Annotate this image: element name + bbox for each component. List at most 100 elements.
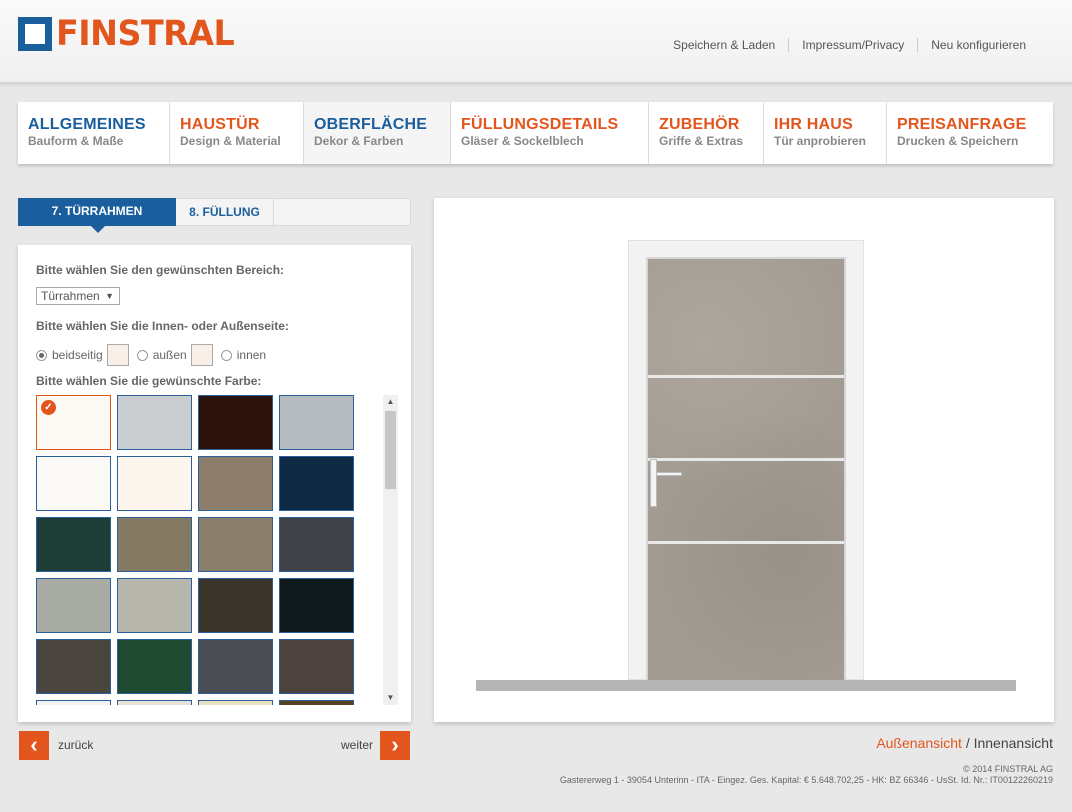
save-load-link[interactable]: Speichern & Laden [660, 38, 788, 52]
nav-title: FÜLLUNGSDETAILS [461, 116, 619, 133]
scrollbar-thumb[interactable] [385, 411, 396, 489]
view-switch: Außenansicht / Innenansicht [876, 735, 1053, 751]
imprint-link[interactable]: Impressum/Privacy [788, 38, 917, 52]
radio-aussen-label: außen [152, 348, 187, 362]
color-swatch[interactable] [36, 639, 111, 694]
top-links: Speichern & Laden Impressum/Privacy Neu … [660, 38, 1039, 52]
color-label: Bitte wählen Sie die gewünschte Farbe: [36, 374, 262, 388]
area-select-value: Türrahmen [41, 289, 100, 303]
tab-fuellung[interactable]: 8. FÜLLUNG [176, 199, 274, 227]
nav-item-ihr-haus[interactable]: IHR HAUS Tür anprobieren [764, 102, 887, 164]
back-label[interactable]: zurück [58, 738, 93, 752]
reconfigure-link[interactable]: Neu konfigurieren [917, 38, 1039, 52]
color-swatch[interactable] [279, 700, 354, 705]
side-color-preview [190, 344, 213, 366]
color-swatch[interactable] [36, 456, 111, 511]
copyright: © 2014 FINSTRAL AG [963, 764, 1053, 774]
interior-view-link[interactable]: Innenansicht [974, 735, 1053, 751]
door-handle-plate [650, 459, 657, 507]
nav-item-allgemeines[interactable]: ALLGEMEINES Bauform & Maße [18, 102, 170, 164]
nav-title: HAUSTÜR [180, 116, 260, 133]
color-swatch[interactable] [36, 578, 111, 633]
color-swatch[interactable] [279, 639, 354, 694]
company-address: Gastererweg 1 - 39054 Unterinn - ITA - E… [559, 775, 1053, 785]
scroll-up-icon[interactable]: ▲ [383, 395, 398, 409]
ground-line [476, 680, 1016, 691]
nav-subtitle: Drucken & Speichern [897, 134, 1019, 148]
nav-title: IHR HAUS [774, 116, 853, 133]
color-swatch[interactable] [117, 639, 192, 694]
color-swatch[interactable] [117, 395, 192, 450]
nav-title: ALLGEMEINES [28, 116, 146, 133]
door-groove [648, 375, 844, 378]
door-groove [648, 541, 844, 544]
side-radio-group: beidseitig außen innen [36, 343, 266, 367]
tab-tuerrahmen[interactable]: 7. TÜRRAHMEN [18, 198, 176, 233]
color-swatch[interactable] [279, 578, 354, 633]
chevron-down-icon: ▼ [105, 291, 114, 301]
color-swatch[interactable] [198, 517, 273, 572]
checkmark-icon: ✓ [41, 400, 56, 415]
nav-subtitle: Dekor & Farben [314, 134, 404, 148]
nav-subtitle: Bauform & Maße [28, 134, 124, 148]
nav-subtitle: Tür anprobieren [774, 134, 867, 148]
color-swatch[interactable] [117, 456, 192, 511]
header: FINSTRAL Speichern & Laden Impressum/Pri… [0, 0, 1072, 83]
nav-subtitle: Design & Material [180, 134, 281, 148]
logo-square-icon [18, 17, 52, 51]
nav-subtitle: Griffe & Extras [659, 134, 744, 148]
nav-item-zubehoer[interactable]: ZUBEHÖR Griffe & Extras [649, 102, 764, 164]
color-swatch[interactable] [279, 395, 354, 450]
color-swatch[interactable] [117, 517, 192, 572]
color-swatch[interactable] [279, 456, 354, 511]
nav-item-oberflaeche[interactable]: OBERFLÄCHE Dekor & Farben [304, 102, 451, 164]
side-label: Bitte wählen Sie die Innen- oder Außense… [36, 319, 289, 333]
color-swatch[interactable] [198, 456, 273, 511]
logo-text: FINSTRAL [56, 14, 235, 54]
radio-innen[interactable] [220, 349, 232, 361]
color-swatch[interactable]: ✓ [36, 395, 111, 450]
door-preview [434, 198, 1054, 722]
nav-item-preisanfrage[interactable]: PREISANFRAGE Drucken & Speichern [887, 102, 1053, 164]
radio-beidseitig-label: beidseitig [52, 348, 103, 362]
main-nav: ALLGEMEINES Bauform & Maße HAUSTÜR Desig… [18, 102, 1053, 164]
swatch-scrollbar[interactable]: ▲ ▼ [383, 395, 398, 705]
exterior-view-link[interactable]: Außenansicht [876, 735, 962, 751]
radio-innen-label: innen [236, 348, 267, 362]
step-tabs: 7. TÜRRAHMEN 8. FÜLLUNG [18, 198, 411, 233]
color-swatch[interactable] [198, 578, 273, 633]
door-leaf [646, 257, 846, 681]
color-swatch[interactable] [36, 517, 111, 572]
color-swatch[interactable] [117, 578, 192, 633]
nav-subtitle: Gläser & Sockelblech [461, 134, 584, 148]
color-swatch[interactable] [198, 700, 273, 705]
forward-button[interactable]: › [380, 731, 410, 760]
door-groove [648, 458, 844, 461]
door-frame [628, 240, 864, 681]
chevron-right-icon: › [391, 732, 399, 757]
scroll-down-icon[interactable]: ▼ [383, 691, 398, 705]
nav-title: ZUBEHÖR [659, 116, 740, 133]
side-color-preview [106, 344, 129, 366]
area-select[interactable]: Türrahmen ▼ [36, 287, 120, 305]
radio-beidseitig[interactable] [36, 349, 47, 361]
nav-title: OBERFLÄCHE [314, 116, 428, 133]
view-separator: / [965, 735, 970, 751]
color-swatch[interactable] [36, 700, 111, 705]
nav-item-fuellungsdetails[interactable]: FÜLLUNGSDETAILS Gläser & Sockelblech [451, 102, 649, 164]
color-swatch[interactable] [117, 700, 192, 705]
door-handle-icon [656, 472, 682, 476]
forward-label[interactable]: weiter [341, 738, 373, 752]
finstral-logo[interactable]: FINSTRAL [18, 16, 244, 52]
radio-aussen[interactable] [136, 349, 148, 361]
color-swatch-grid: ✓ [36, 395, 356, 705]
color-swatch[interactable] [198, 639, 273, 694]
color-swatch[interactable] [198, 395, 273, 450]
options-panel: Bitte wählen Sie den gewünschten Bereich… [18, 245, 411, 722]
area-label: Bitte wählen Sie den gewünschten Bereich… [36, 263, 285, 277]
nav-title: PREISANFRAGE [897, 116, 1027, 133]
chevron-left-icon: ‹ [30, 732, 38, 757]
color-swatch[interactable] [279, 517, 354, 572]
nav-item-haustuer[interactable]: HAUSTÜR Design & Material [170, 102, 304, 164]
back-button[interactable]: ‹ [19, 731, 49, 760]
